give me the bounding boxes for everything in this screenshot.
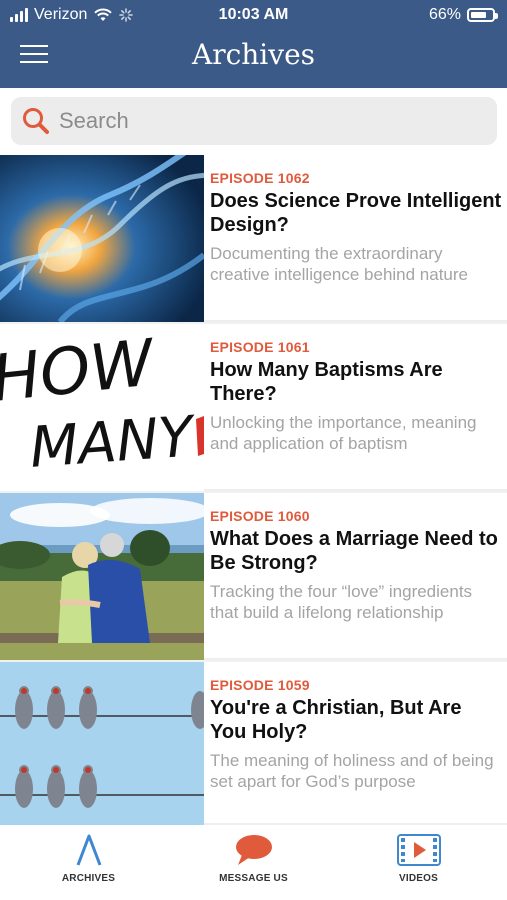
app-screen: Verizon 10:03 AM 66% Archives Search EPI… (0, 0, 507, 900)
battery-icon (467, 8, 498, 22)
bottom-tab-bar: ARCHIVES MESSAGE US VIDEOS (0, 825, 507, 900)
episode-info: EPISODE 1061 How Many Baptisms Are There… (210, 339, 502, 454)
archive-a-icon (76, 834, 101, 866)
episode-list[interactable]: EPISODE 1062 Does Science Prove Intellig… (0, 155, 507, 825)
episode-number: EPISODE 1062 (210, 170, 310, 186)
search-bar-area (0, 88, 507, 155)
tab-message-us[interactable]: MESSAGE US (169, 825, 338, 900)
list-item[interactable]: HOW MANY EPISODE 1061 How Many Baptisms … (0, 324, 507, 491)
list-item[interactable]: EPISODE 1060 What Does a Marriage Need t… (0, 493, 507, 660)
status-right: 66% (428, 6, 498, 24)
chat-bubble-icon (235, 835, 272, 865)
episode-number: EPISODE 1059 (210, 677, 310, 693)
tab-archives[interactable]: ARCHIVES (4, 825, 173, 900)
tab-label: ARCHIVES (61, 873, 116, 884)
episode-thumbnail-birds (0, 662, 204, 825)
episode-description: The meaning of holiness and of being set… (210, 751, 494, 791)
battery-percent: 66% (428, 6, 461, 23)
episode-description: Documenting the extraordinary creative i… (210, 244, 469, 284)
episode-thumbnail-how-many: HOW MANY (0, 324, 204, 491)
episode-info: EPISODE 1062 Does Science Prove Intellig… (210, 170, 502, 285)
episode-description: Tracking the four “love” ingredients tha… (210, 582, 473, 622)
thumb-text-many: MANY (28, 404, 199, 480)
list-item[interactable]: EPISODE 1059 You're a Christian, But Are… (0, 662, 507, 825)
episode-title: How Many Baptisms Are There? (210, 359, 443, 405)
episode-info: EPISODE 1060 What Does a Marriage Need t… (210, 508, 502, 623)
episode-info: EPISODE 1059 You're a Christian, But Are… (210, 677, 502, 792)
episode-title: Does Science Prove Intelligent Design? (210, 190, 502, 236)
search-box[interactable] (11, 97, 497, 145)
search-icon (23, 108, 49, 134)
episode-description: Unlocking the importance, meaning and ap… (210, 413, 477, 453)
tab-videos[interactable]: VIDEOS (334, 825, 503, 900)
episode-title: What Does a Marriage Need to Be Strong? (210, 528, 498, 574)
top-bar: Verizon 10:03 AM 66% Archives (0, 0, 507, 88)
episode-number: EPISODE 1060 (210, 508, 310, 524)
film-play-icon (396, 834, 441, 866)
list-item[interactable]: EPISODE 1062 Does Science Prove Intellig… (0, 155, 507, 322)
page-title: Archives (191, 38, 316, 71)
episode-title: You're a Christian, But Are You Holy? (210, 697, 462, 743)
thumb-text-how: HOW (0, 326, 160, 417)
status-bar: Verizon 10:03 AM 66% (0, 0, 507, 30)
episode-thumbnail-couple (0, 493, 204, 660)
tab-label: MESSAGE US (219, 873, 288, 884)
search-input[interactable] (59, 108, 479, 134)
episode-thumbnail-dna (0, 155, 204, 322)
tab-label: VIDEOS (399, 873, 438, 884)
episode-number: EPISODE 1061 (210, 339, 310, 355)
